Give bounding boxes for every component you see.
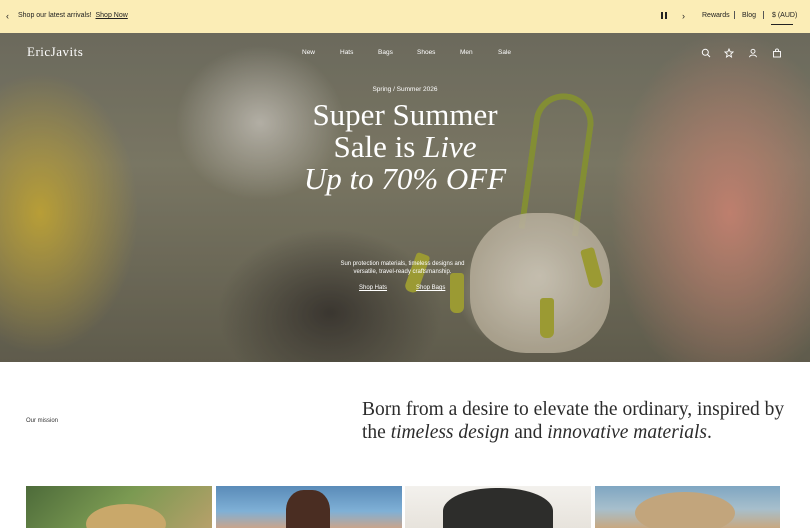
search-icon[interactable]: [701, 48, 711, 58]
chevron-left-icon[interactable]: ‹: [6, 10, 9, 22]
nav-item-hats[interactable]: Hats: [340, 49, 353, 56]
divider: [763, 11, 764, 19]
shop-hats-link[interactable]: Shop Hats: [359, 285, 387, 291]
hero-headline-line3: Up to 70% OFF: [303, 161, 507, 196]
hero-eyebrow: Spring / Summer 2026: [372, 86, 438, 93]
currency-underline: [771, 24, 793, 25]
nav-item-men[interactable]: Men: [460, 49, 473, 56]
announcement-message: Shop our latest arrivals! Shop Now: [18, 12, 128, 19]
hero-overlay: [0, 33, 810, 362]
blog-link[interactable]: Blog: [742, 12, 756, 19]
shop-now-link[interactable]: Shop Now: [96, 12, 128, 19]
rewards-link[interactable]: Rewards: [702, 12, 730, 19]
product-tile-image[interactable]: [216, 486, 402, 528]
mission-statement: Born from a desire to elevate the ordina…: [362, 399, 785, 443]
product-tile-image[interactable]: [405, 486, 591, 528]
pause-icon[interactable]: [661, 12, 667, 19]
hat-image: [86, 504, 166, 528]
hero-headline-line1: Super Summer: [312, 97, 498, 132]
bag-icon[interactable]: [772, 48, 782, 58]
mission-label: Our mission: [26, 418, 59, 424]
account-icon[interactable]: [748, 48, 758, 58]
product-tile-image[interactable]: [595, 486, 780, 528]
star-icon[interactable]: [724, 48, 734, 58]
chevron-right-icon[interactable]: ›: [682, 10, 685, 22]
currency-selector[interactable]: $ (AUD): [772, 12, 797, 19]
divider: [734, 11, 735, 19]
nav-item-sale[interactable]: Sale: [498, 49, 511, 56]
brand-logo[interactable]: EricJavits: [27, 44, 83, 60]
hero-banner: EricJavits New Hats Bags Shoes Men Sale …: [0, 33, 810, 362]
announcement-bar: ‹ Shop our latest arrivals! Shop Now › R…: [0, 0, 810, 33]
hat-image: [635, 492, 735, 528]
product-tile-image[interactable]: [26, 486, 212, 528]
hero-copy: Sun protection materials, timeless desig…: [340, 261, 465, 275]
hat-image: [443, 488, 553, 528]
nav-item-bags[interactable]: Bags: [378, 49, 393, 56]
model-image: [286, 490, 330, 528]
nav-item-new[interactable]: New: [302, 49, 315, 56]
nav-item-shoes[interactable]: Shoes: [417, 49, 435, 56]
shop-bags-link[interactable]: Shop Bags: [416, 285, 445, 291]
hero-headline-line2: Sale is Live: [333, 129, 477, 164]
